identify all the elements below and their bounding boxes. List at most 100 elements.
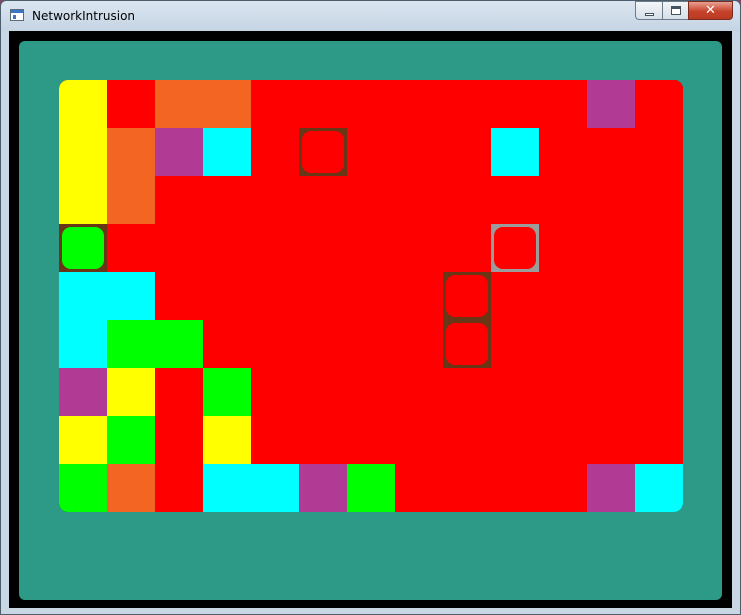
board-tile[interactable] bbox=[203, 416, 251, 464]
board-tile[interactable] bbox=[203, 368, 251, 416]
board-tile[interactable] bbox=[635, 224, 683, 272]
board-tile[interactable] bbox=[299, 464, 347, 512]
board-tile[interactable] bbox=[347, 224, 395, 272]
board-tile[interactable] bbox=[539, 368, 587, 416]
selected-tile[interactable] bbox=[491, 224, 539, 272]
board-tile[interactable] bbox=[107, 272, 155, 320]
board-tile[interactable] bbox=[107, 464, 155, 512]
board-tile[interactable] bbox=[251, 368, 299, 416]
board-tile[interactable] bbox=[299, 80, 347, 128]
board-tile[interactable] bbox=[491, 368, 539, 416]
board-tile[interactable] bbox=[347, 464, 395, 512]
board-tile[interactable] bbox=[635, 80, 683, 128]
board-tile[interactable] bbox=[587, 176, 635, 224]
board-tile[interactable] bbox=[635, 368, 683, 416]
board-tile[interactable] bbox=[395, 368, 443, 416]
board-tile[interactable] bbox=[299, 416, 347, 464]
game-board[interactable] bbox=[59, 80, 683, 512]
board-tile[interactable] bbox=[59, 464, 107, 512]
board-tile[interactable] bbox=[155, 464, 203, 512]
board-tile[interactable] bbox=[395, 176, 443, 224]
board-tile[interactable] bbox=[59, 272, 107, 320]
board-tile[interactable] bbox=[587, 368, 635, 416]
board-tile[interactable] bbox=[395, 128, 443, 176]
board-tile[interactable] bbox=[635, 176, 683, 224]
board-tile[interactable] bbox=[395, 320, 443, 368]
board-tile[interactable] bbox=[539, 272, 587, 320]
board-tile[interactable] bbox=[539, 416, 587, 464]
board-tile[interactable] bbox=[251, 80, 299, 128]
board-tile[interactable] bbox=[491, 272, 539, 320]
board-tile[interactable] bbox=[155, 80, 203, 128]
board-tile[interactable] bbox=[587, 80, 635, 128]
board-tile[interactable] bbox=[635, 416, 683, 464]
selected-tile[interactable] bbox=[299, 128, 347, 176]
board-tile[interactable] bbox=[59, 176, 107, 224]
board-tile[interactable] bbox=[443, 224, 491, 272]
board-tile[interactable] bbox=[539, 320, 587, 368]
board-tile[interactable] bbox=[347, 272, 395, 320]
board-tile[interactable] bbox=[155, 320, 203, 368]
board-tile[interactable] bbox=[635, 464, 683, 512]
board-tile[interactable] bbox=[107, 176, 155, 224]
board-tile[interactable] bbox=[203, 272, 251, 320]
board-tile[interactable] bbox=[347, 128, 395, 176]
board-tile[interactable] bbox=[107, 80, 155, 128]
board-tile[interactable] bbox=[635, 272, 683, 320]
board-tile[interactable] bbox=[251, 128, 299, 176]
board-tile[interactable] bbox=[539, 224, 587, 272]
board-tile[interactable] bbox=[587, 320, 635, 368]
close-button[interactable]: ✕ bbox=[688, 1, 733, 20]
board-tile[interactable] bbox=[251, 224, 299, 272]
board-tile[interactable] bbox=[155, 416, 203, 464]
board-tile[interactable] bbox=[395, 416, 443, 464]
board-tile[interactable] bbox=[395, 224, 443, 272]
board-tile[interactable] bbox=[587, 224, 635, 272]
board-tile[interactable] bbox=[347, 416, 395, 464]
board-tile[interactable] bbox=[251, 272, 299, 320]
board-tile[interactable] bbox=[491, 464, 539, 512]
board-tile[interactable] bbox=[539, 464, 587, 512]
board-tile[interactable] bbox=[539, 176, 587, 224]
board-tile[interactable] bbox=[395, 464, 443, 512]
board-tile[interactable] bbox=[107, 128, 155, 176]
board-tile[interactable] bbox=[299, 320, 347, 368]
board-tile[interactable] bbox=[491, 128, 539, 176]
selected-tile[interactable] bbox=[443, 320, 491, 368]
minimize-button[interactable] bbox=[635, 1, 662, 20]
maximize-button[interactable] bbox=[662, 1, 688, 20]
board-tile[interactable] bbox=[635, 128, 683, 176]
board-tile[interactable] bbox=[347, 176, 395, 224]
board-tile[interactable] bbox=[155, 128, 203, 176]
board-tile[interactable] bbox=[107, 368, 155, 416]
board-tile[interactable] bbox=[539, 80, 587, 128]
board-tile[interactable] bbox=[443, 128, 491, 176]
board-tile[interactable] bbox=[203, 80, 251, 128]
board-tile[interactable] bbox=[251, 320, 299, 368]
selected-tile[interactable] bbox=[443, 272, 491, 320]
board-tile[interactable] bbox=[539, 128, 587, 176]
board-tile[interactable] bbox=[299, 224, 347, 272]
board-tile[interactable] bbox=[443, 80, 491, 128]
board-tile[interactable] bbox=[59, 128, 107, 176]
board-tile[interactable] bbox=[59, 80, 107, 128]
board-tile[interactable] bbox=[203, 464, 251, 512]
board-tile[interactable] bbox=[587, 416, 635, 464]
board-tile[interactable] bbox=[395, 80, 443, 128]
board-tile[interactable] bbox=[491, 320, 539, 368]
board-tile[interactable] bbox=[347, 320, 395, 368]
board-tile[interactable] bbox=[443, 416, 491, 464]
board-tile[interactable] bbox=[299, 368, 347, 416]
board-tile[interactable] bbox=[59, 320, 107, 368]
board-tile[interactable] bbox=[203, 320, 251, 368]
board-tile[interactable] bbox=[203, 128, 251, 176]
board-tile[interactable] bbox=[635, 320, 683, 368]
board-tile[interactable] bbox=[107, 320, 155, 368]
selected-tile[interactable] bbox=[59, 224, 107, 272]
board-tile[interactable] bbox=[155, 368, 203, 416]
board-tile[interactable] bbox=[587, 128, 635, 176]
board-tile[interactable] bbox=[443, 176, 491, 224]
board-tile[interactable] bbox=[443, 464, 491, 512]
board-tile[interactable] bbox=[587, 272, 635, 320]
board-tile[interactable] bbox=[491, 80, 539, 128]
